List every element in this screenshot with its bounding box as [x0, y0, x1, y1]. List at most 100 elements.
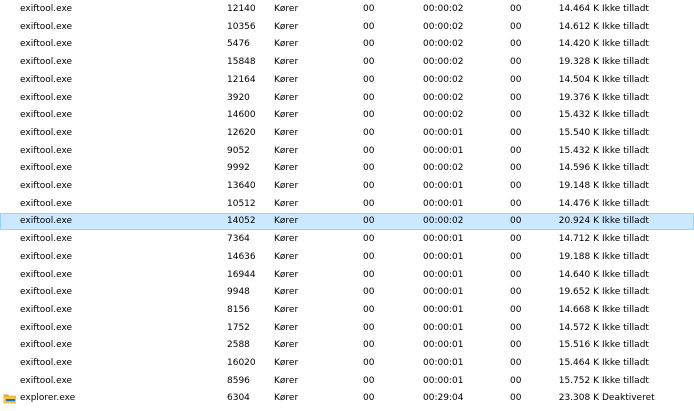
- memory-cell: 15.432 K: [558, 110, 599, 121]
- uac-virtualization-cell: Ikke tilladt: [602, 21, 649, 32]
- uac-virtualization-cell: Ikke tilladt: [602, 145, 649, 156]
- table-row[interactable]: exiftool.exe 12140 Kører 00 00:00:02 00 14.464…: [0, 1, 694, 18]
- folder-icon: [3, 393, 18, 404]
- process-name: exiftool.exe: [20, 340, 73, 351]
- table-row[interactable]: exiftool.exe 5476 Kører 00 00:00:02 00 14.420 …: [0, 36, 694, 53]
- process-name: exiftool.exe: [20, 181, 73, 191]
- uac-virtualization-cell: Ikke tilladt: [602, 92, 649, 103]
- table-row[interactable]: exiftool.exe 14636 Kører 00 00:00:01 00 19.188…: [0, 249, 694, 266]
- table-row[interactable]: exiftool.exe 2588 Kører 00 00:00:01 00 15.516 …: [0, 337, 694, 354]
- table-row[interactable]: exiftool.exe 9052 Kører 00 00:00:01 00 15.432 …: [0, 143, 694, 160]
- uac-virtualization-cell: Ikke tilladt: [602, 322, 649, 333]
- cpu-time-cell: 00:00:02: [423, 163, 464, 174]
- table-row[interactable]: exiftool.exe 7364 Kører 00 00:00:01 00 14.712 …: [0, 231, 694, 248]
- table-row[interactable]: exiftool.exe 15848 Kører 00 00:00:02 00 19.328…: [0, 54, 694, 71]
- memory-cell: 14.572 K: [558, 322, 599, 333]
- table-row[interactable]: exiftool.exe 13640 Kører 00 00:00:01 00 19.148…: [0, 178, 694, 195]
- user-cell: 00: [363, 216, 375, 227]
- user-cell: 00: [363, 198, 375, 209]
- table-row[interactable]: exiftool.exe 14600 Kører 00 00:00:02 00 15.432…: [0, 107, 694, 124]
- table-row[interactable]: exiftool.exe 12164 Kører 00 00:00:02 00 14.504…: [0, 72, 694, 89]
- cores-cell: 00: [510, 358, 522, 368]
- cpu-time-cell: 00:00:02: [423, 92, 464, 103]
- uac-virtualization-cell: Ikke tilladt: [602, 304, 649, 315]
- table-row[interactable]: exiftool.exe 8156 Kører 00 00:00:01 00 14.668 …: [0, 302, 694, 319]
- table-row[interactable]: exiftool.exe 3920 Kører 00 00:00:02 00 19.376 …: [0, 90, 694, 107]
- uac-virtualization-cell: Ikke tilladt: [602, 251, 649, 262]
- cores-cell: 00: [510, 375, 522, 386]
- cpu-time-cell: 00:00:02: [423, 216, 464, 227]
- table-row[interactable]: exiftool.exe 16944 Kører 00 00:00:01 00 14.640…: [0, 267, 694, 284]
- user-cell: 00: [363, 21, 375, 32]
- pid-cell: 12164: [227, 74, 256, 85]
- table-row[interactable]: exiftool.exe 9948 Kører 00 00:00:01 00 19.652 …: [0, 284, 694, 301]
- table-row[interactable]: exiftool.exe 10512 Kører 00 00:00:01 00 14.476…: [0, 196, 694, 213]
- pid-cell: 1752: [227, 322, 250, 333]
- cores-cell: 00: [510, 304, 522, 315]
- memory-cell: 14.612 K: [558, 21, 599, 32]
- cores-cell: 00: [510, 251, 522, 262]
- table-row[interactable]: exiftool.exe 9992 Kører 00 00:00:02 00 14.596 …: [0, 160, 694, 177]
- table-row[interactable]: exiftool.exe 8596 Kører 00 00:00:01 00 15.752 …: [0, 373, 694, 390]
- cpu-time-cell: 00:00:02: [423, 110, 464, 121]
- memory-cell: 14.640 K: [558, 269, 599, 280]
- cpu-time-cell: 00:29:04: [423, 393, 464, 404]
- uac-virtualization-cell: Ikke tilladt: [602, 269, 649, 280]
- process-name: exiftool.exe: [20, 127, 73, 138]
- status-cell: Kører: [274, 39, 299, 50]
- process-name: exiftool.exe: [20, 287, 73, 298]
- process-name: exiftool.exe: [20, 145, 73, 156]
- memory-cell: 15.752 K: [558, 375, 599, 386]
- cpu-time-cell: 00:00:01: [423, 198, 464, 209]
- process-name: exiftool.exe: [20, 375, 73, 386]
- pid-cell: 2588: [227, 340, 250, 351]
- status-cell: Kører: [274, 74, 299, 85]
- status-cell: Kører: [274, 198, 299, 209]
- user-cell: 00: [363, 375, 375, 386]
- uac-virtualization-cell: Ikke tilladt: [602, 358, 649, 368]
- status-cell: Kører: [274, 163, 299, 174]
- table-row[interactable]: exiftool.exe 16020 Kører 00 00:00:01 00 15.464…: [0, 355, 694, 372]
- uac-virtualization-cell: Ikke tilladt: [602, 57, 649, 68]
- user-cell: 00: [363, 74, 375, 85]
- status-cell: Kører: [274, 21, 299, 32]
- cpu-time-cell: 00:00:01: [423, 251, 464, 262]
- table-row[interactable]: exiftool.exe 1752 Kører 00 00:00:01 00 14.572 …: [0, 320, 694, 337]
- status-cell: Kører: [274, 181, 299, 191]
- memory-cell: 14.464 K: [558, 4, 599, 14]
- memory-cell: 14.420 K: [558, 39, 599, 50]
- cores-cell: 00: [510, 92, 522, 103]
- status-cell: Kører: [274, 92, 299, 103]
- pid-cell: 14600: [227, 110, 256, 121]
- memory-cell: 20.924 K: [558, 216, 599, 227]
- cores-cell: 00: [510, 181, 522, 191]
- memory-cell: 15.516 K: [558, 340, 599, 351]
- cpu-time-cell: 00:00:02: [423, 74, 464, 85]
- memory-cell: 14.712 K: [558, 234, 599, 245]
- cores-cell: 00: [510, 287, 522, 298]
- pid-cell: 16020: [227, 358, 256, 368]
- table-row[interactable]: explorer.exe 6304 Kører 00 00:29:04 00 23.308 …: [0, 390, 694, 407]
- cpu-time-cell: 00:00:01: [423, 269, 464, 280]
- table-row[interactable]: exiftool.exe 10356 Kører 00 00:00:02 00 14.612…: [0, 19, 694, 36]
- pid-cell: 8156: [227, 304, 250, 315]
- uac-virtualization-cell: Ikke tilladt: [602, 216, 649, 227]
- process-name: exiftool.exe: [20, 163, 73, 174]
- table-row[interactable]: exiftool.exe 12620 Kører 00 00:00:01 00 15.540…: [0, 125, 694, 142]
- process-name: exiftool.exe: [20, 57, 73, 68]
- memory-cell: 14.504 K: [558, 74, 599, 85]
- user-cell: 00: [363, 340, 375, 351]
- process-name: exiftool.exe: [20, 39, 73, 50]
- pid-cell: 15848: [227, 57, 256, 68]
- table-row-selected[interactable]: exiftool.exe 14052 Kører 00 00:00:02 00 20.924…: [0, 213, 694, 231]
- memory-cell: 15.540 K: [558, 127, 599, 138]
- status-cell: Kører: [274, 251, 299, 262]
- pid-cell: 6304: [227, 393, 250, 404]
- memory-cell: 15.464 K: [558, 358, 599, 368]
- pid-cell: 5476: [227, 39, 250, 50]
- process-name: exiftool.exe: [20, 4, 73, 14]
- cpu-time-cell: 00:00:01: [423, 340, 464, 351]
- user-cell: 00: [363, 251, 375, 262]
- cores-cell: 00: [510, 163, 522, 174]
- user-cell: 00: [363, 163, 375, 174]
